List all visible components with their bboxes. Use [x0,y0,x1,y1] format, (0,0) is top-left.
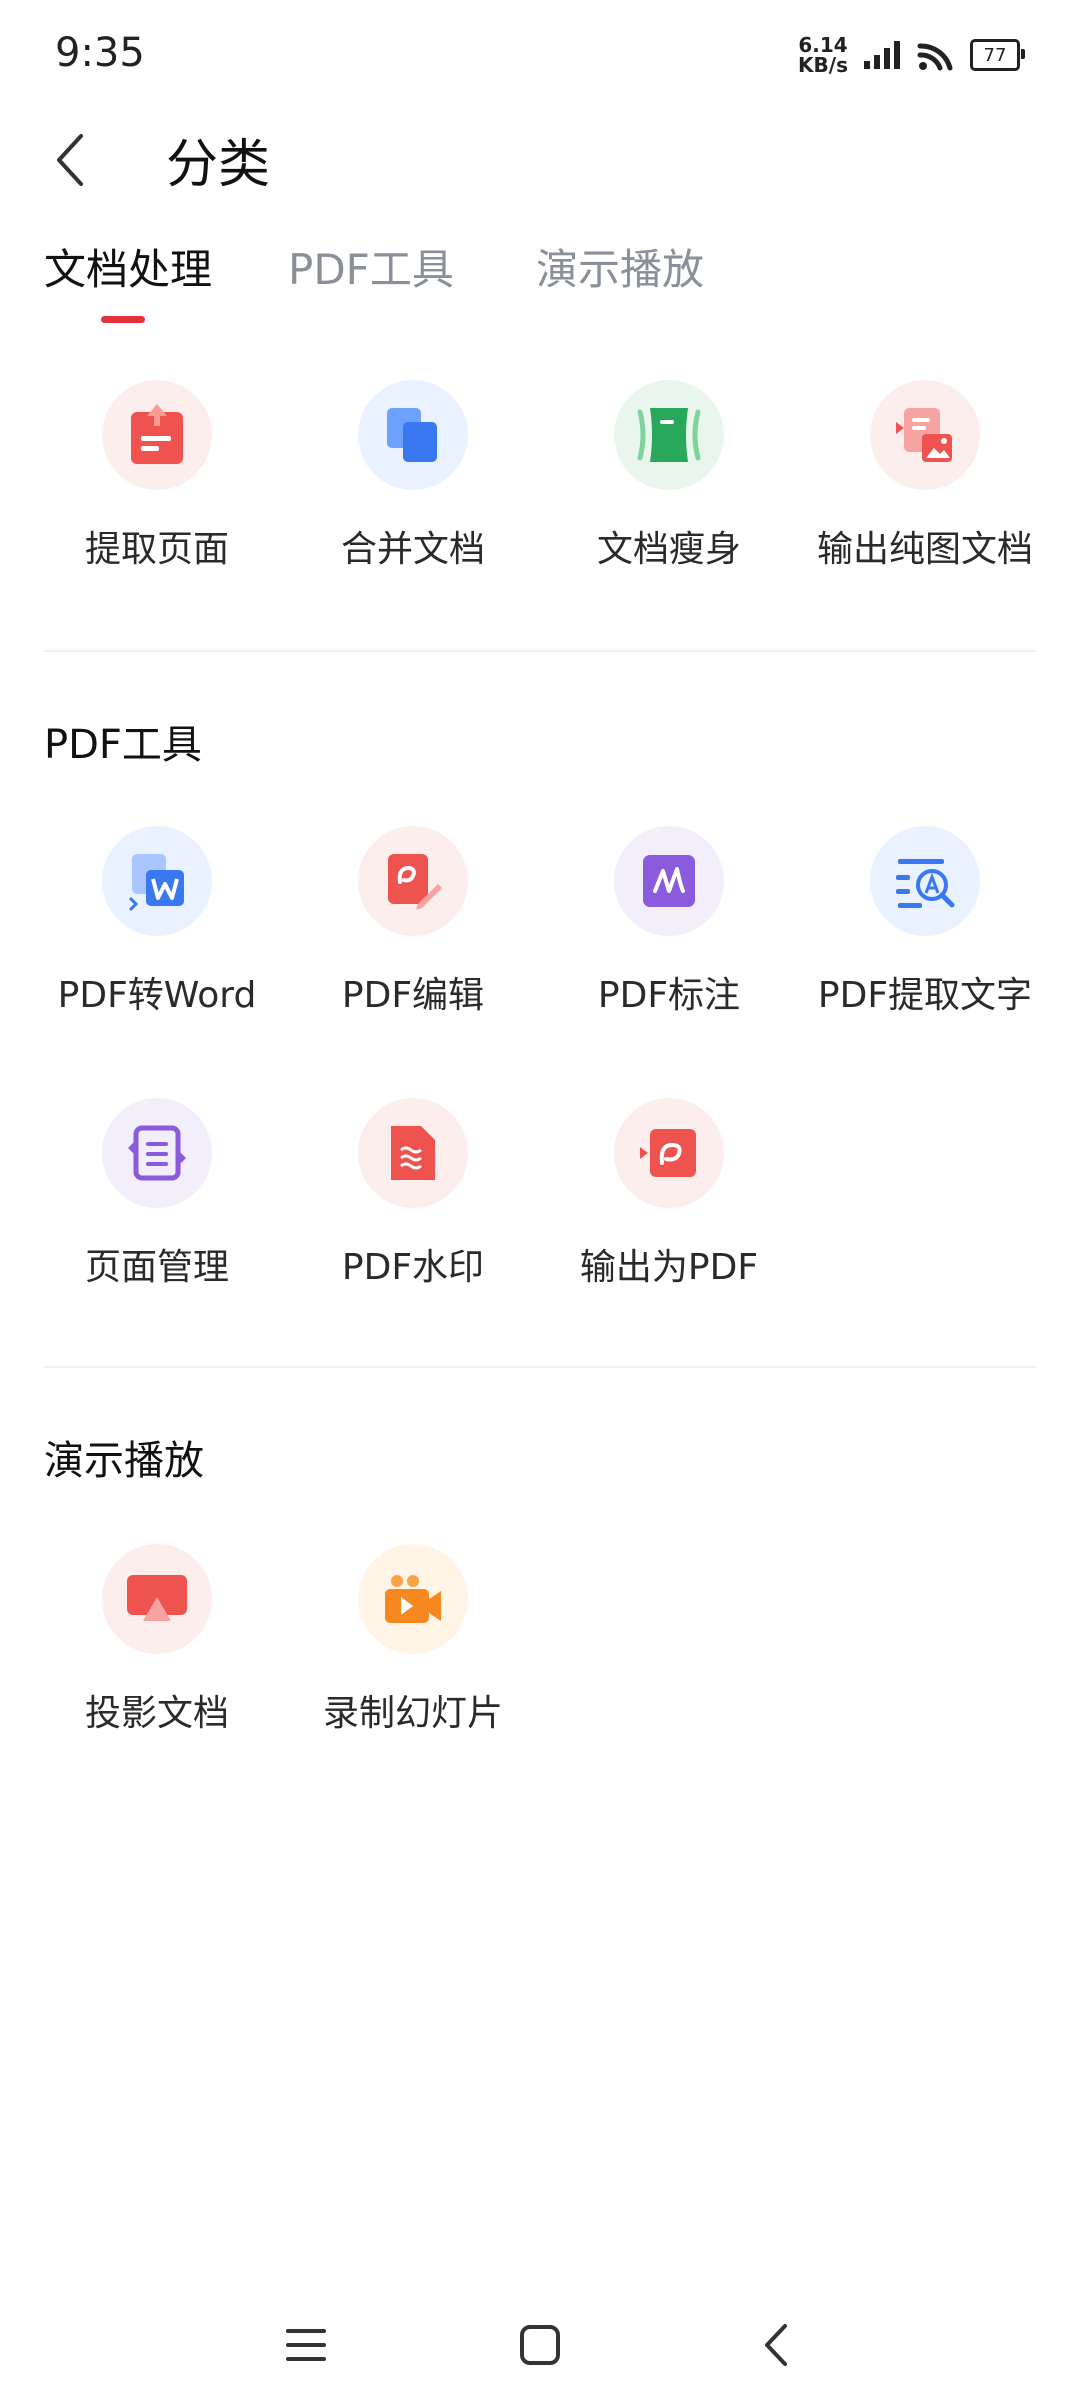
item-pdf-to-word[interactable]: PDF转Word [42,826,272,1026]
item-label: 输出纯图文档 [816,529,1033,570]
item-record-slides[interactable]: 录制幻灯片 [298,1544,528,1744]
system-nav-bar [0,2290,1080,2400]
item-label: 投影文档 [84,1693,229,1734]
item-label: PDF标注 [597,975,741,1016]
item-pdf-edit[interactable]: PDF编辑 [298,826,528,1026]
nav-back-icon [765,2324,787,2366]
status-icons: 6.14 KB/s 77 [798,30,1025,80]
pdf-ocr-icon [870,826,980,936]
merge-docs-icon [358,380,468,490]
item-label: PDF水印 [341,1247,485,1288]
item-label: 输出为PDF [579,1247,759,1288]
page-title: 分类 [166,135,271,195]
item-label: 录制幻灯片 [322,1693,503,1734]
back-button[interactable] [40,120,100,200]
tab-doc-processing[interactable]: 文档处理 [44,236,212,297]
image-doc-icon [870,380,980,490]
net-speed-value: 6.14 [798,33,848,57]
item-pdf-watermark[interactable]: PDF水印 [298,1098,528,1298]
cast-doc-icon [102,1544,212,1654]
item-slim-doc[interactable]: 文档瘦身 [554,380,784,580]
wifi-icon [917,43,953,71]
item-label: 合并文档 [340,529,485,570]
item-page-manage[interactable]: 页面管理 [42,1098,272,1298]
title-bar: 分类 [0,110,1080,230]
back-arrow-icon [57,134,83,186]
net-speed-unit: KB/s [798,53,848,77]
item-pdf-ocr[interactable]: PDF提取文字 [810,826,1040,1026]
battery-icon: 77 [970,39,1025,71]
status-bar: 9:35 6.14 KB/s 77 [0,0,1080,110]
pdf-annotate-icon [614,826,724,936]
menu-icon [286,2329,326,2361]
signal-icon [864,41,900,69]
item-extract-page[interactable]: 提取页面 [42,380,272,580]
net-speed: 6.14 KB/s [798,35,848,75]
pdf-edit-icon [358,826,468,936]
section-title-presentation: 演示播放 [44,1438,204,1484]
category-page: 9:35 6.14 KB/s 77 分类 文档处理 PDF工具 演示播放 提取页… [0,0,1080,2400]
battery-level: 77 [983,44,1007,66]
item-label: PDF转Word [57,975,257,1016]
item-export-pdf[interactable]: 输出为PDF [554,1098,784,1298]
pdf-watermark-icon [358,1098,468,1208]
pdf-to-word-icon [102,826,212,936]
section-title-pdf-tools: PDF工具 [44,722,202,768]
item-label: 文档瘦身 [596,529,741,570]
item-label: 页面管理 [84,1247,229,1288]
page-manage-icon [102,1098,212,1208]
item-label: PDF提取文字 [817,975,1033,1016]
tab-presentation[interactable]: 演示播放 [536,236,704,297]
slim-doc-icon [614,380,724,490]
section-divider [44,1366,1036,1368]
home-square-icon [520,2325,560,2365]
item-label: PDF编辑 [341,975,485,1016]
item-cast-doc[interactable]: 投影文档 [42,1544,272,1744]
item-image-doc[interactable]: 输出纯图文档 [810,380,1040,580]
section-divider [44,650,1036,652]
menu-button[interactable] [266,2310,346,2380]
active-tab-indicator [101,316,145,323]
tab-pdf-tools[interactable]: PDF工具 [288,236,454,297]
item-label: 提取页面 [84,529,229,570]
tab-bar: 文档处理 PDF工具 演示播放 [0,230,1080,330]
nav-back-button[interactable] [736,2310,816,2380]
status-time: 9:35 [55,30,145,76]
extract-page-icon [102,380,212,490]
export-pdf-icon [614,1098,724,1208]
item-pdf-annotate[interactable]: PDF标注 [554,826,784,1026]
record-slides-icon [358,1544,468,1654]
item-merge-docs[interactable]: 合并文档 [298,380,528,580]
home-button[interactable] [500,2310,580,2380]
